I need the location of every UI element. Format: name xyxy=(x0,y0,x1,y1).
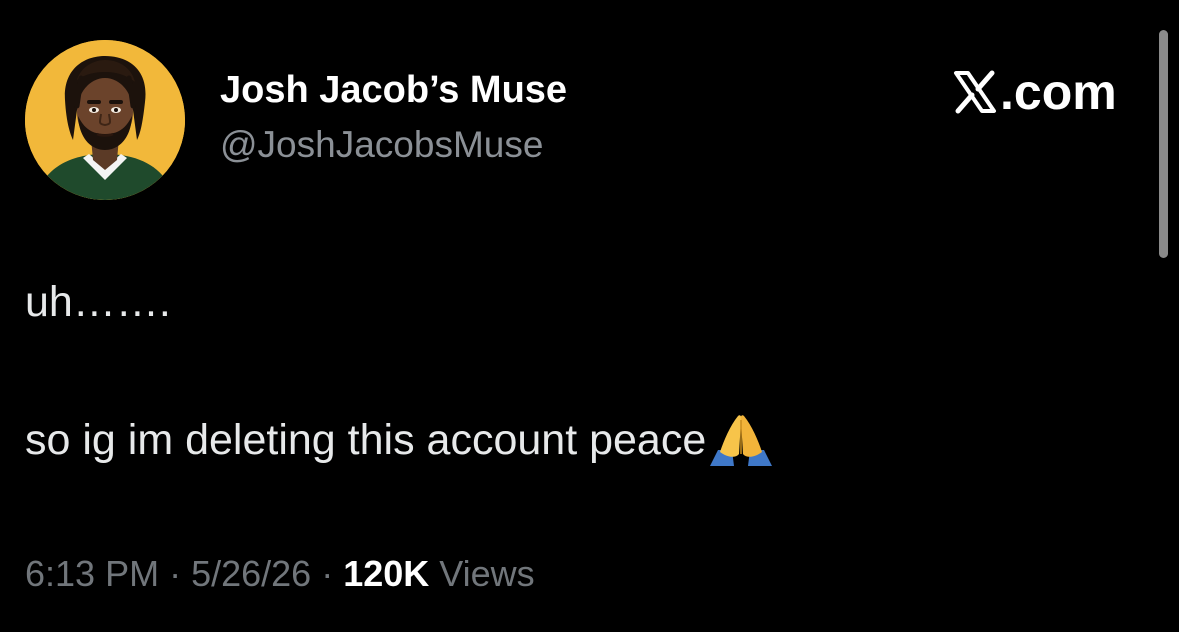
meta-separator: · xyxy=(311,553,344,594)
tweet-text-line-2-text: so ig im deleting this account peace xyxy=(25,416,707,464)
avatar[interactable] xyxy=(25,40,185,200)
views-count[interactable]: 120K xyxy=(343,553,429,594)
tweet-meta: 6:13 PM · 5/26/26 · 120K Views xyxy=(25,550,535,598)
display-name[interactable]: Josh Jacob’s Muse xyxy=(220,68,567,112)
tweet-date[interactable]: 5/26/26 xyxy=(191,553,311,594)
cartoon-portrait-avatar-icon xyxy=(25,40,185,200)
user-handle[interactable]: @JoshJacobsMuse xyxy=(220,123,543,167)
x-logo-icon xyxy=(954,70,996,114)
tweet-time[interactable]: 6:13 PM xyxy=(25,553,159,594)
scrollbar[interactable] xyxy=(1159,30,1168,258)
meta-separator: · xyxy=(159,553,192,594)
x-brand-logo: .com xyxy=(952,64,1117,120)
tweet-card: Josh Jacob’s Muse @JoshJacobsMuse .com u… xyxy=(0,0,1179,632)
folded-hands-emoji-icon xyxy=(710,415,773,466)
x-brand-text: .com xyxy=(1000,64,1117,120)
views-label: Views xyxy=(429,553,535,594)
tweet-text-line-1: uh……. xyxy=(25,278,171,326)
tweet-text-line-2: so ig im deleting this account peace xyxy=(25,414,774,466)
